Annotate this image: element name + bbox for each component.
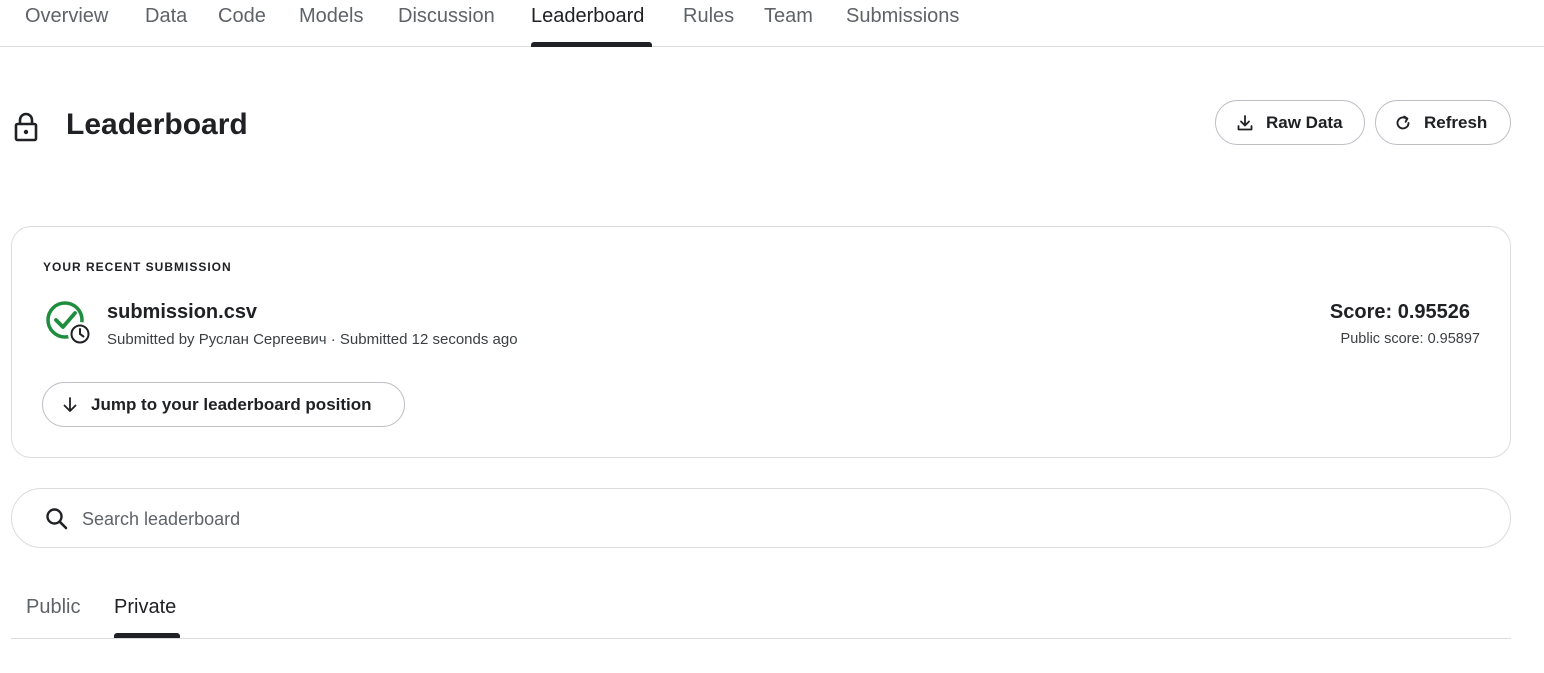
tab-discussion[interactable]: Discussion — [398, 5, 495, 28]
refresh-icon — [1396, 115, 1410, 129]
raw-data-button[interactable]: Raw Data — [1215, 100, 1365, 145]
page-title: Leaderboard — [66, 108, 248, 141]
submission-file-name[interactable]: submission.csv — [107, 301, 257, 324]
leaderboard-subtabs: Public Private — [11, 580, 1511, 639]
recent-submission-label: YOUR RECENT SUBMISSION — [43, 260, 232, 274]
active-tab-indicator — [531, 42, 652, 47]
lock-icon — [14, 112, 38, 142]
tab-data[interactable]: Data — [145, 5, 187, 28]
jump-label: Jump to your leaderboard position — [91, 394, 372, 414]
tab-code[interactable]: Code — [218, 5, 266, 28]
check-clock-icon — [46, 301, 92, 346]
search-icon — [46, 508, 68, 530]
tab-overview[interactable]: Overview — [25, 5, 108, 28]
tab-models[interactable]: Models — [299, 5, 363, 28]
tab-private[interactable]: Private — [114, 596, 176, 619]
refresh-button[interactable]: Refresh — [1375, 100, 1511, 145]
submission-public-score: Public score: 0.95897 — [1340, 331, 1480, 347]
tab-leaderboard[interactable]: Leaderboard — [531, 5, 644, 28]
refresh-label: Refresh — [1424, 112, 1488, 132]
search-input[interactable] — [80, 503, 1464, 535]
tab-rules[interactable]: Rules — [683, 5, 734, 28]
recent-submission-card: YOUR RECENT SUBMISSION submission.csv Su… — [11, 226, 1511, 458]
tab-submissions[interactable]: Submissions — [846, 5, 959, 28]
arrow-down-icon — [63, 396, 77, 412]
submission-score: Score: 0.95526 — [1329, 301, 1470, 323]
download-icon — [1237, 114, 1253, 130]
active-subtab-indicator — [114, 633, 180, 638]
tab-team[interactable]: Team — [764, 5, 813, 28]
search-box[interactable] — [11, 488, 1511, 548]
raw-data-label: Raw Data — [1266, 112, 1343, 132]
tab-public[interactable]: Public — [26, 596, 80, 619]
jump-to-position-button[interactable]: Jump to your leaderboard position — [42, 382, 405, 427]
top-nav: Overview Data Code Models Discussion Lea… — [0, 0, 1544, 47]
submission-meta: Submitted by Руслан Сергеевич · Submitte… — [107, 331, 518, 348]
